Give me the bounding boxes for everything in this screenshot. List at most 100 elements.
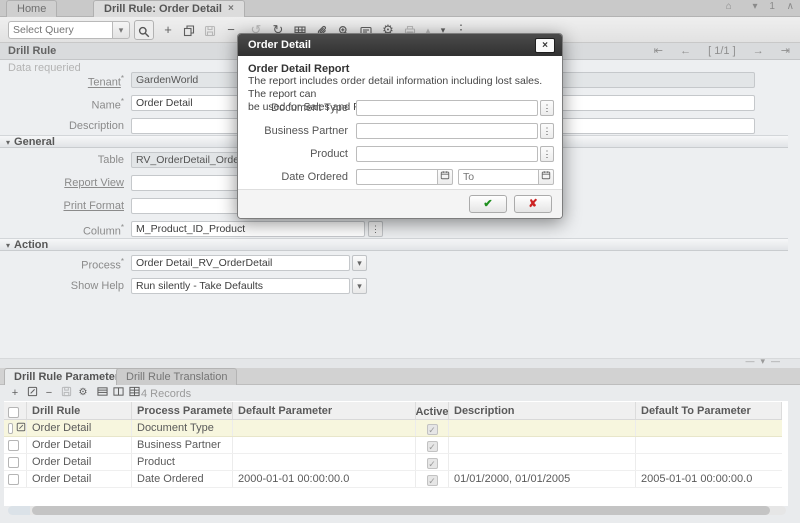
window-tab-bar: Home Drill Rule: Order Detail× ⌂ ▾ 1 ∧ <box>0 0 800 17</box>
table-header-row: Drill Rule Process Parameter Default Par… <box>4 402 782 420</box>
dialog-close-icon[interactable]: × <box>535 38 555 53</box>
cancel-button[interactable]: ✘ <box>514 195 552 213</box>
table-row[interactable]: Order Detail Document Type ✓ <box>4 420 782 437</box>
show-help-label: Show Help <box>71 280 124 292</box>
process-dialog: Order Detail × Order Detail Report The r… <box>237 33 563 219</box>
toggle-layout-icon[interactable] <box>110 386 126 400</box>
col-header-default-parameter[interactable]: Default Parameter <box>233 402 416 419</box>
record-navigation: ⇤ ← [ 1/1 ] → ⇥ <box>640 43 790 59</box>
horizontal-scrollbar[interactable] <box>8 506 786 515</box>
tab-drill-rule-translation[interactable]: Drill Rule Translation <box>116 368 237 385</box>
select-all-checkbox[interactable] <box>8 407 19 418</box>
last-record-icon[interactable]: ⇥ <box>781 45 790 57</box>
tab-drill-rule-parameter[interactable]: Drill Rule Parameter <box>4 368 129 385</box>
field-row-show-help: Show Help ▾ <box>0 278 800 295</box>
ok-button[interactable]: ✔ <box>469 195 507 213</box>
process-dropdown-icon[interactable]: ▾ <box>352 255 367 271</box>
date-ordered-label: Date Ordered <box>248 171 348 183</box>
window-controls: ⌂ ▾ 1 ∧ <box>717 1 794 12</box>
business-partner-input[interactable] <box>356 123 538 139</box>
home-icon[interactable]: ⌂ <box>726 1 732 12</box>
col-header-drill-rule[interactable]: Drill Rule <box>27 402 132 419</box>
tab-home[interactable]: Home <box>6 0 57 17</box>
active-checkbox: ✓ <box>427 458 438 469</box>
dialog-row-business-partner: Business Partner ⋮ <box>248 123 554 139</box>
row-checkbox[interactable] <box>8 457 19 468</box>
active-checkbox: ✓ <box>427 475 438 486</box>
field-row-column: Column* ⋮ <box>0 221 800 238</box>
section-action[interactable]: ▾Action <box>0 238 788 251</box>
table-row[interactable]: Order Detail Business Partner ✓ <box>4 437 782 454</box>
select-query-input[interactable] <box>8 21 112 39</box>
date-from-input[interactable] <box>356 169 438 185</box>
close-tab-icon[interactable]: × <box>228 3 234 14</box>
next-record-icon[interactable]: → <box>753 45 764 57</box>
panel-splitter[interactable]: ―▾― <box>0 358 800 368</box>
previous-record-icon[interactable]: ← <box>680 45 691 57</box>
splitter-grip-icon[interactable]: ―▾― <box>745 356 786 367</box>
dialog-title: Order Detail <box>248 39 311 51</box>
grid-view-icon[interactable] <box>126 386 142 400</box>
record-position: [ 1/1 ] <box>708 45 736 57</box>
product-search-kebab-icon[interactable]: ⋮ <box>540 146 554 162</box>
table-row[interactable]: Order Detail Product ✓ <box>4 454 782 471</box>
business-partner-label: Business Partner <box>248 125 348 137</box>
row-checkbox[interactable] <box>8 440 19 451</box>
panel-title: Drill Rule <box>8 45 56 57</box>
caret-down-icon: ▾ <box>753 1 758 12</box>
row-checkbox[interactable] <box>8 423 13 434</box>
table-row[interactable]: Order Detail Date Ordered 2000-01-01 00:… <box>4 471 782 488</box>
collapse-header-icon[interactable]: ∧ <box>787 1 794 12</box>
add-row-icon[interactable]: + <box>7 386 23 400</box>
active-checkbox: ✓ <box>427 441 438 452</box>
edit-row-icon[interactable] <box>24 386 40 400</box>
tenant-label: Tenant <box>88 77 121 89</box>
delete-row-icon[interactable]: − <box>41 386 57 400</box>
report-view-label[interactable]: Report View <box>64 177 124 189</box>
new-record-icon[interactable]: + <box>158 20 178 40</box>
field-row-process: Process* ▾ <box>0 255 800 272</box>
table-label: Table <box>98 154 124 166</box>
active-checkbox: ✓ <box>427 424 438 435</box>
quick-form-icon[interactable] <box>94 386 110 400</box>
dialog-row-date-ordered: Date Ordered <box>248 169 554 185</box>
copy-record-icon[interactable] <box>179 20 199 40</box>
column-label: Column <box>83 226 121 238</box>
collapse-section-icon: ▾ <box>6 240 10 252</box>
tab-drill-rule[interactable]: Drill Rule: Order Detail× <box>93 0 245 17</box>
calendar-icon[interactable] <box>538 169 554 185</box>
detail-panel: Drill Rule Parameter Drill Rule Translat… <box>0 368 800 523</box>
save-row-icon <box>58 386 74 400</box>
row-checkbox[interactable] <box>8 474 19 485</box>
process-input[interactable] <box>131 255 350 271</box>
business-partner-search-kebab-icon[interactable]: ⋮ <box>540 123 554 139</box>
print-format-label[interactable]: Print Format <box>63 200 124 212</box>
parameter-table: Drill Rule Process Parameter Default Par… <box>4 402 782 488</box>
col-header-active[interactable]: Active <box>416 402 449 419</box>
calendar-icon[interactable] <box>437 169 453 185</box>
window-list-dropdown[interactable]: ▾ 1 <box>744 1 775 12</box>
col-header-process-parameter[interactable]: Process Parameter <box>132 402 233 419</box>
first-record-icon[interactable]: ⇤ <box>654 45 663 57</box>
dialog-row-document-type: Document Type ⋮ <box>248 100 554 116</box>
show-help-dropdown-icon[interactable]: ▾ <box>352 278 367 294</box>
product-input[interactable] <box>356 146 538 162</box>
col-header-default-to-parameter[interactable]: Default To Parameter <box>636 402 782 419</box>
column-input[interactable] <box>131 221 365 237</box>
check-icon: ✔ <box>483 198 492 210</box>
show-help-input[interactable] <box>131 278 350 294</box>
description-label: Description <box>69 120 124 132</box>
date-to-input[interactable] <box>458 169 539 185</box>
find-icon[interactable] <box>134 20 154 40</box>
dialog-body: Order Detail Report The report includes … <box>248 56 554 189</box>
select-query-dropdown-icon[interactable]: ▾ <box>112 21 130 39</box>
scrollbar-thumb[interactable] <box>32 506 770 515</box>
customize-grid-icon[interactable]: ⚙ <box>75 386 91 400</box>
dialog-header[interactable]: Order Detail × <box>238 34 562 56</box>
document-type-search-kebab-icon[interactable]: ⋮ <box>540 100 554 116</box>
edit-row-pencil-icon[interactable] <box>16 422 26 435</box>
document-type-input[interactable] <box>356 100 538 116</box>
document-type-label: Document Type <box>248 102 348 114</box>
column-search-kebab-icon[interactable]: ⋮ <box>368 221 383 237</box>
col-header-description[interactable]: Description <box>449 402 636 419</box>
